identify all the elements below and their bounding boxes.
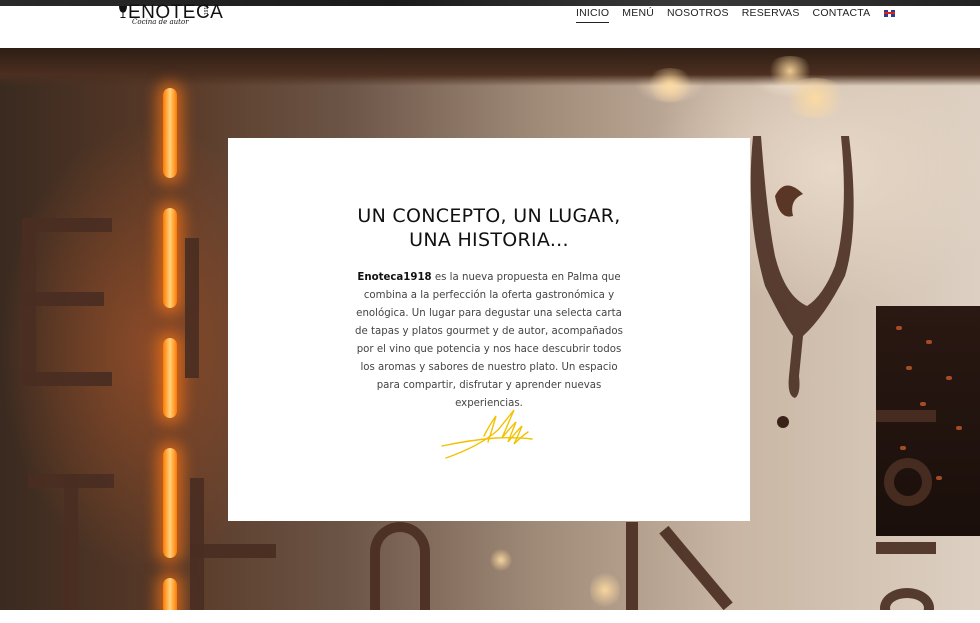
- site-logo[interactable]: ENOTECA 1918 Cocina de autor: [118, 2, 223, 30]
- intro-description: es la nueva propuesta en Palma que combi…: [355, 272, 623, 409]
- sign-letter: [22, 292, 104, 306]
- neon-light: [163, 208, 177, 308]
- sign-numeral: [880, 588, 934, 610]
- nav-item-inicio[interactable]: INICIO: [576, 7, 610, 23]
- sign-letter: [22, 372, 112, 386]
- main-nav: INICIO MENÚ NOSOTROS RESERVAS CONTACTA: [576, 7, 896, 23]
- nav-item-reservas[interactable]: RESERVAS: [742, 7, 800, 23]
- light-bokeh: [590, 570, 620, 610]
- page-bottom: [0, 610, 980, 623]
- wine-glass-icon: [119, 6, 127, 18]
- sign-letter: [370, 522, 430, 610]
- sign-letter: [190, 544, 276, 558]
- logo-tagline: Cocina de autor: [132, 18, 189, 26]
- intro-title: UN CONCEPTO, UN LUGAR, UNA HISTORIA...: [228, 204, 750, 252]
- sign-letter: [626, 522, 638, 610]
- intro-title-line1: UN CONCEPTO, UN LUGAR,: [357, 205, 621, 227]
- logo-year: 1918: [204, 4, 210, 16]
- light-bokeh: [490, 548, 512, 572]
- sign-letter: [22, 218, 112, 232]
- uk-flag-icon[interactable]: [884, 9, 896, 17]
- light-bokeh: [780, 78, 850, 118]
- signature: [441, 409, 533, 459]
- sign-numeral: [876, 410, 936, 422]
- sign-letter: [185, 238, 199, 378]
- site-header: ENOTECA 1918 Cocina de autor INICIO MENÚ…: [0, 2, 980, 48]
- nav-item-nosotros[interactable]: NOSOTROS: [667, 7, 729, 23]
- nav-item-contacta[interactable]: CONTACTA: [813, 7, 871, 23]
- sign-numeral: [884, 458, 932, 506]
- wine-glass-sculpture: [750, 136, 854, 428]
- neon-light: [163, 578, 177, 610]
- nav-item-menu[interactable]: MENÚ: [622, 7, 654, 23]
- neon-light: [163, 338, 177, 418]
- neon-light: [163, 448, 177, 558]
- sign-letter: [659, 525, 733, 610]
- light-bokeh: [645, 68, 695, 102]
- neon-light: [163, 88, 177, 178]
- sign-numeral: [876, 542, 936, 554]
- intro-text: Enoteca1918 es la nueva propuesta en Pal…: [352, 269, 626, 413]
- intro-card: UN CONCEPTO, UN LUGAR, UNA HISTORIA... E…: [228, 138, 750, 521]
- intro-title-line2: UNA HISTORIA...: [409, 229, 569, 251]
- intro-brand: Enoteca1918: [357, 272, 432, 283]
- sign-letter: [64, 474, 78, 610]
